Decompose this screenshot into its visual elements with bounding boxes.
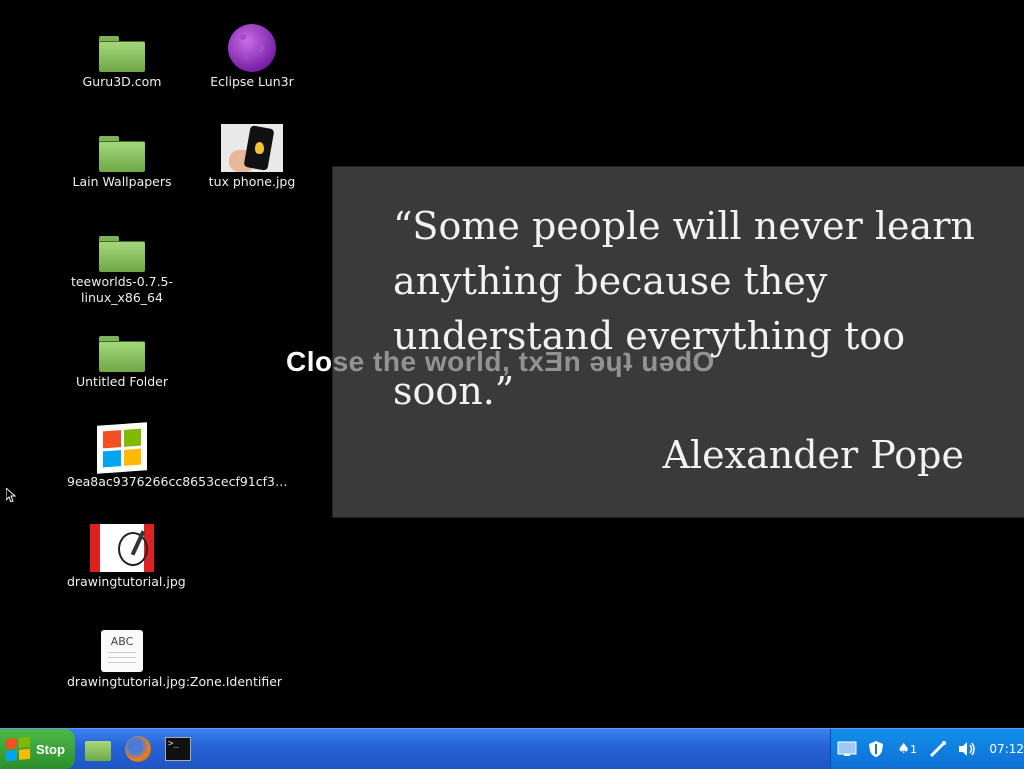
- screensaver-text-part1: Clo: [286, 346, 333, 377]
- icon-label: tux phone.jpg: [208, 174, 296, 189]
- firefox-launcher[interactable]: [122, 733, 154, 765]
- notification-count: 1: [909, 742, 917, 756]
- desktop-icon-zone-identifier[interactable]: ABC drawingtutorial.jpg:Zone.Identifier: [67, 622, 283, 690]
- text-file-icon: ABC: [101, 630, 143, 672]
- folder-icon: [99, 136, 145, 172]
- desktop-icon-teeworlds[interactable]: teeworlds-0.7.5-linux_x86_64: [67, 222, 177, 306]
- desktop: Guru3D.com Lain Wallpapers teeworlds-0.7…: [0, 0, 1024, 728]
- shield-icon[interactable]: [867, 739, 885, 759]
- firefox-icon: [125, 736, 151, 762]
- icon-label: Eclipse Lun3r: [210, 74, 294, 89]
- icon-label: 9ea8ac9376266cc8653cecf91cf3…: [67, 474, 288, 489]
- screensaver-text-part2: se the world, txƎn ǝɥʇ uǝdO: [332, 346, 715, 377]
- image-thumbnail-icon: [221, 124, 283, 172]
- desktop-icon-eclipse-lun3r[interactable]: Eclipse Lun3r: [197, 22, 307, 90]
- network-icon[interactable]: [929, 739, 947, 759]
- terminal-icon: >_: [165, 737, 191, 761]
- desktop-icon-drawingtutorial[interactable]: drawingtutorial.jpg: [67, 522, 186, 590]
- quick-launch: >_: [82, 733, 194, 765]
- notification-icon[interactable]: ♠ 1: [895, 739, 919, 759]
- system-tray: ♠ 1 07:12: [830, 729, 1024, 769]
- screensaver-scrolling-text: Close the world, txƎn ǝɥʇ uǝdO: [286, 346, 715, 378]
- desktop-icon-windows-image[interactable]: 9ea8ac9376266cc8653cecf91cf3…: [67, 422, 288, 490]
- quote-screensaver-panel: “Some people will never learn anything b…: [333, 167, 1024, 517]
- folder-icon: [99, 36, 145, 72]
- desktop-icon-lain-wallpapers[interactable]: Lain Wallpapers: [67, 122, 177, 190]
- desktop-icon-untitled-folder[interactable]: Untitled Folder: [67, 322, 177, 390]
- icon-label: Lain Wallpapers: [72, 174, 172, 189]
- quote-text: “Some people will never learn anything b…: [393, 204, 975, 413]
- folder-icon: [99, 236, 145, 272]
- clock[interactable]: 07:12: [989, 742, 1024, 756]
- image-thumbnail-icon: [90, 524, 154, 572]
- file-manager-launcher[interactable]: [82, 733, 114, 765]
- folder-icon: [85, 741, 111, 761]
- start-button[interactable]: Stop: [0, 729, 75, 769]
- start-button-label: Stop: [36, 741, 65, 757]
- volume-icon[interactable]: [957, 739, 977, 759]
- icon-label: Guru3D.com: [82, 74, 162, 89]
- folder-icon: [99, 336, 145, 372]
- display-icon[interactable]: [837, 739, 857, 759]
- desktop-icon-guru3d[interactable]: Guru3D.com: [67, 22, 177, 90]
- terminal-launcher[interactable]: >_: [162, 733, 194, 765]
- icon-label: drawingtutorial.jpg:Zone.Identifier: [67, 674, 283, 689]
- eclipse-moon-icon: [228, 24, 276, 72]
- taskbar: Stop >_ ♠ 1 07:12: [0, 728, 1024, 769]
- quote-author: Alexander Pope: [662, 433, 964, 477]
- desktop-icon-tux-phone[interactable]: tux phone.jpg: [197, 122, 307, 190]
- icon-label: Untitled Folder: [75, 374, 169, 389]
- icon-label: drawingtutorial.jpg: [67, 574, 186, 589]
- windows-logo-icon: [6, 736, 30, 762]
- icon-label: teeworlds-0.7.5-linux_x86_64: [70, 274, 174, 305]
- windows-logo-icon: [97, 422, 147, 474]
- mouse-cursor-icon: [6, 488, 16, 502]
